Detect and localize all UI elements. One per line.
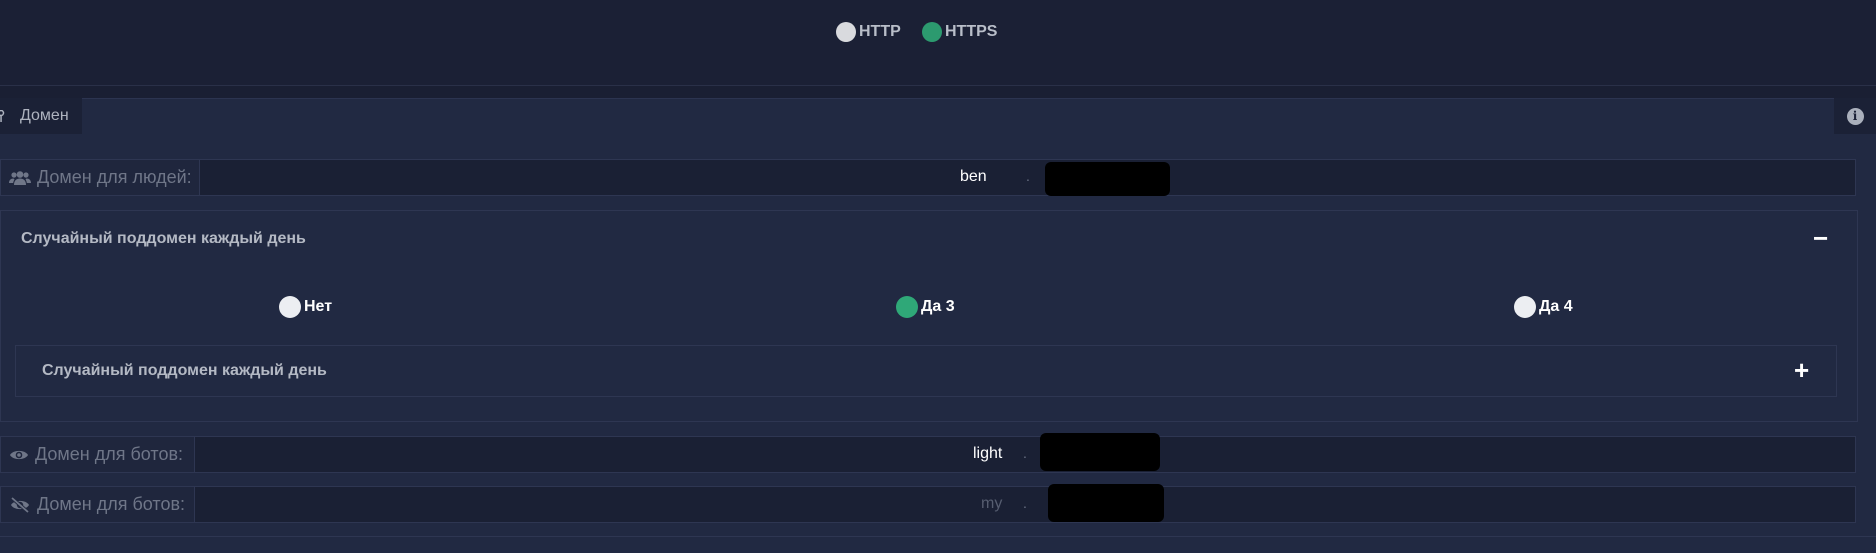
field-bots-domain: Домен для ботов: light .: [0, 433, 1856, 473]
radio-http[interactable]: [836, 22, 856, 42]
people-domain-separator: .: [1026, 168, 1030, 184]
redacted-domain: [1045, 162, 1170, 196]
random-subdomain-title: Случайный поддомен каждый день: [21, 230, 306, 247]
next-panel-edge: [0, 536, 1876, 553]
bots-domain-label-wrap: Домен для ботов:: [9, 437, 183, 472]
radio-no-dot[interactable]: [279, 296, 301, 318]
redacted-domain: [1040, 433, 1160, 471]
random-subdomain-section: Случайный поддомен каждый день − Нет Да …: [0, 210, 1858, 422]
collapse-button[interactable]: −: [1813, 225, 1828, 251]
random-subdomain-inner-section[interactable]: Случайный поддомен каждый день +: [15, 345, 1837, 397]
bots-domain-input[interactable]: light .: [194, 433, 1855, 472]
eye-slash-icon: [10, 496, 30, 513]
radio-option-yes-4[interactable]: Да 4: [1514, 296, 1573, 318]
radio-yes-3-dot[interactable]: [896, 296, 918, 318]
protocol-option-https[interactable]: HTTPS: [922, 22, 997, 42]
radio-option-no[interactable]: Нет: [279, 296, 332, 318]
info-icon: i: [1846, 107, 1864, 125]
field-people-domain: Домен для людей: ben .: [0, 159, 1856, 196]
people-domain-input[interactable]: ben .: [199, 160, 1855, 196]
tab-domain-label: Домен: [20, 107, 69, 124]
redacted-domain: [1048, 484, 1164, 522]
key-icon: [0, 110, 5, 122]
people-domain-label: Домен для людей:: [37, 167, 192, 187]
radio-no-label: Нет: [304, 298, 333, 315]
radio-yes-4-label: Да 4: [1539, 298, 1573, 315]
bots-hidden-input[interactable]: my .: [194, 484, 1855, 522]
eye-icon: [10, 450, 28, 459]
bots-hidden-subdomain-placeholder: my: [981, 495, 1003, 512]
people-subdomain: ben: [960, 168, 987, 185]
radio-https[interactable]: [922, 22, 942, 42]
bots-hidden-label-wrap: Домен для ботов:: [9, 487, 185, 522]
people-domain-label-wrap: Домен для людей:: [9, 160, 192, 195]
tab-domain[interactable]: Домен: [0, 98, 82, 134]
bots-domain-label: Домен для ботов:: [35, 444, 184, 464]
radio-yes-3-label: Да 3: [921, 298, 955, 315]
bots-hidden-separator: .: [1023, 495, 1027, 511]
field-bots-hidden-domain: Домен для ботов: my .: [0, 484, 1856, 523]
bots-hidden-label: Домен для ботов:: [37, 494, 186, 514]
users-icon: [9, 170, 31, 185]
protocol-http-label: HTTP: [859, 23, 901, 40]
bots-domain-separator: .: [1023, 445, 1027, 461]
info-button[interactable]: i: [1834, 98, 1876, 134]
radio-option-yes-3[interactable]: Да 3: [896, 296, 955, 318]
radio-yes-4-dot[interactable]: [1514, 296, 1536, 318]
expand-button[interactable]: +: [1794, 357, 1809, 383]
protocol-option-http[interactable]: HTTP: [836, 22, 901, 42]
inner-section-title: Случайный поддомен каждый день: [42, 362, 327, 379]
bots-subdomain: light: [973, 445, 1003, 462]
protocol-bar: HTTP HTTPS: [0, 0, 1876, 86]
protocol-https-label: HTTPS: [945, 23, 998, 40]
